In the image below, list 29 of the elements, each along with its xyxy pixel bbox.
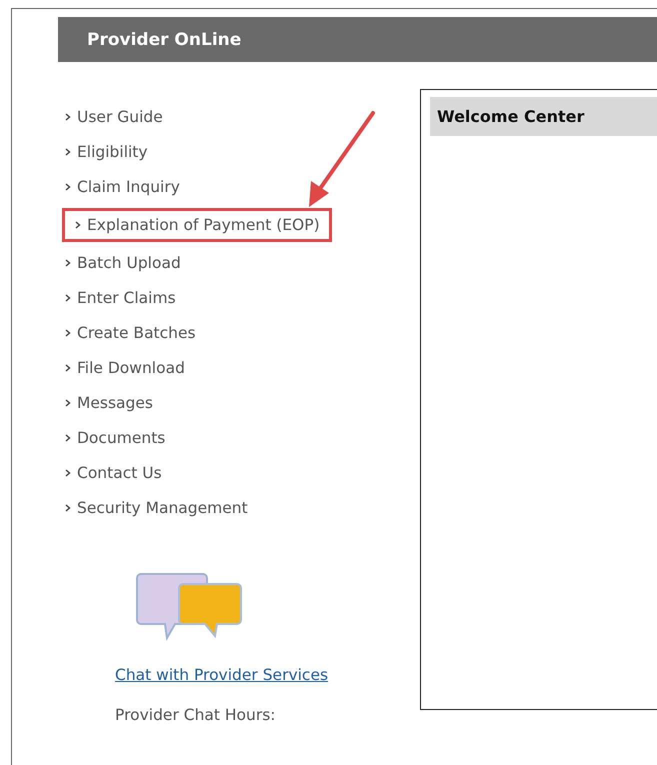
chevron-icon <box>75 221 81 229</box>
chevron-icon <box>65 504 71 512</box>
chevron-icon <box>65 329 71 337</box>
menu-link[interactable]: Eligibility <box>65 138 148 166</box>
menu-link[interactable]: Messages <box>65 389 154 417</box>
menu-link[interactable]: Create Batches <box>65 319 196 347</box>
chat-link[interactable]: Chat with Provider Services <box>115 666 420 684</box>
chevron-icon <box>65 434 71 442</box>
chevron-icon <box>65 183 71 191</box>
chat-hours-label: Provider Chat Hours: <box>115 706 277 724</box>
header-title: Provider OnLine <box>87 30 242 50</box>
chevron-icon <box>65 113 71 121</box>
chevron-icon <box>65 148 71 156</box>
menu-link[interactable]: Contact Us <box>65 459 162 487</box>
menu-link[interactable]: Enter Claims <box>65 284 176 312</box>
menu-link[interactable]: Batch Upload <box>65 249 181 277</box>
menu-link[interactable]: Security Management <box>65 494 248 522</box>
chevron-icon <box>65 469 71 477</box>
menu-link[interactable]: User Guide <box>65 103 163 131</box>
highlighted-menu-link[interactable]: Explanation of Payment (EOP) <box>62 208 332 242</box>
chevron-icon <box>65 399 71 407</box>
chevron-icon <box>65 294 71 302</box>
menu-link[interactable]: Documents <box>65 424 166 452</box>
menu-link[interactable]: File Download <box>65 354 185 382</box>
menu-link[interactable]: Claim Inquiry <box>65 173 180 201</box>
chevron-icon <box>65 364 71 372</box>
chevron-icon <box>65 259 71 267</box>
chat-bubbles-icon <box>135 570 245 642</box>
welcome-panel-header: Welcome Center <box>430 97 657 136</box>
